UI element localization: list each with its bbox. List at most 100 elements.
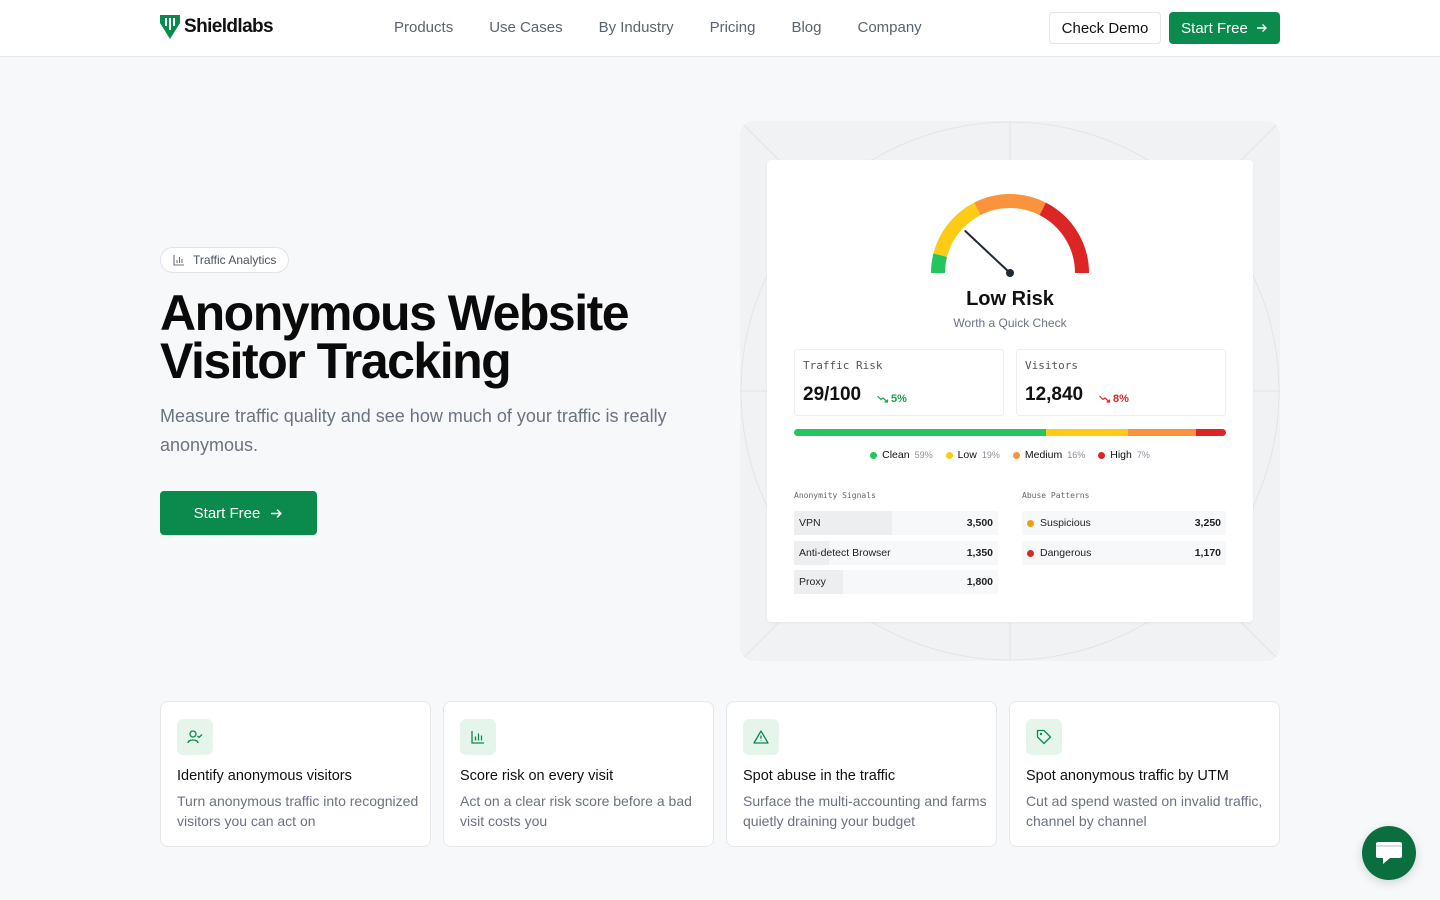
stat-delta-value: 8% bbox=[1113, 393, 1129, 405]
anonymity-signals-label: Anonymity Signals bbox=[794, 491, 876, 500]
abuse-patterns-label: Abuse Patterns bbox=[1022, 491, 1090, 500]
stat-delta-value: 5% bbox=[891, 393, 907, 405]
anonymity-row-anti-detect: Anti-detect Browser 1,350 bbox=[794, 541, 998, 565]
anonymity-row-vpn: VPN 3,500 bbox=[794, 511, 998, 535]
legend-label: High bbox=[1110, 449, 1132, 461]
badge-label: Traffic Analytics bbox=[193, 253, 277, 267]
legend-item-low: Low 19% bbox=[945, 449, 1000, 461]
feature-description: Cut ad spend wasted on invalid traffic, … bbox=[1026, 793, 1263, 829]
gauge-hub bbox=[1006, 269, 1014, 277]
feature-title: Score risk on every visit bbox=[460, 768, 614, 784]
feature-card-score-risk[interactable]: Score risk on every visit Act on a clear… bbox=[443, 701, 714, 847]
abuse-value: 1,170 bbox=[1194, 547, 1221, 559]
shield-logo-icon bbox=[160, 15, 180, 39]
breakdown-bar-medium bbox=[1127, 429, 1197, 436]
traffic-risk-stat: Traffic Risk 29/100 5% bbox=[794, 349, 1004, 416]
abuse-label: Dangerous bbox=[1040, 547, 1092, 559]
legend-dot bbox=[1098, 451, 1106, 459]
hero-cta-label: Start Free bbox=[193, 504, 261, 522]
legend-dot bbox=[1012, 451, 1020, 459]
legend-label: Low bbox=[957, 449, 977, 461]
gauge-segment-low bbox=[933, 202, 981, 258]
main-nav: Products Use Cases By Industry Pricing B… bbox=[394, 19, 922, 36]
feature-icon-box bbox=[1026, 719, 1062, 755]
nav-item-by-industry[interactable]: By Industry bbox=[599, 19, 674, 36]
stat-value: 29/100 bbox=[803, 384, 862, 405]
signal-name: Proxy bbox=[799, 576, 826, 588]
feature-card-utm[interactable]: Spot anonymous traffic by UTM Cut ad spe… bbox=[1009, 701, 1280, 847]
abuse-label: Suspicious bbox=[1040, 517, 1091, 529]
risk-level-title: Low Risk bbox=[966, 288, 1054, 310]
legend-item-high: High 7% bbox=[1098, 449, 1150, 461]
legend-dot bbox=[870, 451, 878, 459]
breakdown-bar-low bbox=[1046, 429, 1128, 436]
abuse-value: 3,250 bbox=[1194, 517, 1221, 529]
traffic-analytics-badge: Traffic Analytics bbox=[160, 247, 290, 273]
gauge-segment-clean bbox=[931, 253, 948, 274]
trend-down-icon bbox=[1099, 395, 1111, 403]
feature-icon-box bbox=[460, 719, 496, 755]
start-free-label: Start Free bbox=[1181, 19, 1248, 37]
signal-name: Anti-detect Browser bbox=[799, 547, 891, 559]
start-free-header-button[interactable]: Start Free bbox=[1169, 12, 1280, 44]
feature-description: Turn anonymous traffic into recognized v… bbox=[177, 793, 419, 829]
arrow-right-icon bbox=[1256, 24, 1267, 32]
stat-delta: 5% bbox=[877, 393, 907, 405]
bar-chart-icon bbox=[173, 255, 184, 266]
legend-pct: 19% bbox=[981, 450, 1000, 460]
legend-pct: 16% bbox=[1067, 450, 1086, 460]
warning-icon bbox=[753, 730, 769, 744]
stat-label: Visitors bbox=[1025, 359, 1078, 372]
chat-widget-button[interactable] bbox=[1362, 826, 1416, 880]
feature-description: Surface the multi-accounting and farms q… bbox=[743, 793, 987, 829]
abuse-dot bbox=[1027, 549, 1034, 557]
nav-item-products[interactable]: Products bbox=[394, 19, 453, 36]
brand-name: Shieldlabs bbox=[184, 16, 274, 37]
start-free-hero-button[interactable]: Start Free bbox=[160, 491, 317, 535]
stat-value: 12,840 bbox=[1025, 384, 1084, 405]
risk-gauge bbox=[931, 194, 1089, 277]
gauge-needle bbox=[964, 230, 1011, 274]
risk-legend: Clean 59% Low 19% Medium 16% High 7% bbox=[767, 449, 1253, 461]
top-navbar: Shieldlabs Products Use Cases By Industr… bbox=[0, 0, 1440, 57]
trend-down-icon bbox=[877, 395, 889, 403]
abuse-dot bbox=[1027, 519, 1034, 527]
legend-item-medium: Medium 16% bbox=[1012, 449, 1086, 461]
abuse-name: Suspicious bbox=[1027, 517, 1091, 529]
nav-item-use-cases[interactable]: Use Cases bbox=[489, 19, 562, 36]
legend-dot bbox=[945, 451, 953, 459]
stat-delta: 8% bbox=[1099, 393, 1129, 405]
signal-value: 3,500 bbox=[966, 517, 993, 529]
legend-pct: 59% bbox=[914, 450, 933, 460]
stat-label: Traffic Risk bbox=[803, 359, 883, 372]
risk-level-subtitle: Worth a Quick Check bbox=[953, 316, 1067, 330]
tag-icon bbox=[1036, 729, 1052, 745]
breakdown-bar-clean bbox=[794, 429, 1047, 436]
hero-title: Anonymous Website Visitor Tracking bbox=[160, 285, 630, 389]
abuse-name: Dangerous bbox=[1027, 547, 1091, 559]
legend-label: Medium bbox=[1024, 449, 1063, 461]
hero-subtitle: Measure traffic quality and see how much… bbox=[160, 406, 667, 455]
nav-item-pricing[interactable]: Pricing bbox=[710, 19, 756, 36]
feature-title: Spot abuse in the traffic bbox=[743, 768, 896, 784]
check-demo-button[interactable]: Check Demo bbox=[1049, 12, 1161, 44]
arrow-right-icon bbox=[271, 508, 283, 518]
signal-name: VPN bbox=[799, 517, 821, 529]
anonymity-row-proxy: Proxy 1,800 bbox=[794, 570, 998, 594]
nav-item-company[interactable]: Company bbox=[857, 19, 921, 36]
legend-pct: 7% bbox=[1136, 450, 1150, 460]
legend-label: Clean bbox=[882, 449, 910, 461]
legend-item-clean: Clean 59% bbox=[870, 449, 933, 461]
feature-icon-box bbox=[177, 719, 213, 755]
chat-bubble-icon bbox=[1376, 842, 1402, 864]
feature-card-identify[interactable]: Identify anonymous visitors Turn anonymo… bbox=[160, 701, 431, 847]
nav-item-blog[interactable]: Blog bbox=[791, 19, 821, 36]
gauge-segment-medium bbox=[974, 194, 1046, 216]
abuse-row-dangerous: Dangerous 1,170 bbox=[1022, 541, 1226, 565]
brand-logo[interactable]: Shieldlabs bbox=[160, 15, 274, 39]
bar-chart-icon bbox=[471, 731, 484, 744]
feature-card-spot-abuse[interactable]: Spot abuse in the traffic Surface the mu… bbox=[726, 701, 997, 847]
risk-breakdown-bar bbox=[794, 429, 1226, 436]
feature-title: Spot anonymous traffic by UTM bbox=[1026, 768, 1229, 784]
gauge-segment-high bbox=[1039, 202, 1089, 274]
